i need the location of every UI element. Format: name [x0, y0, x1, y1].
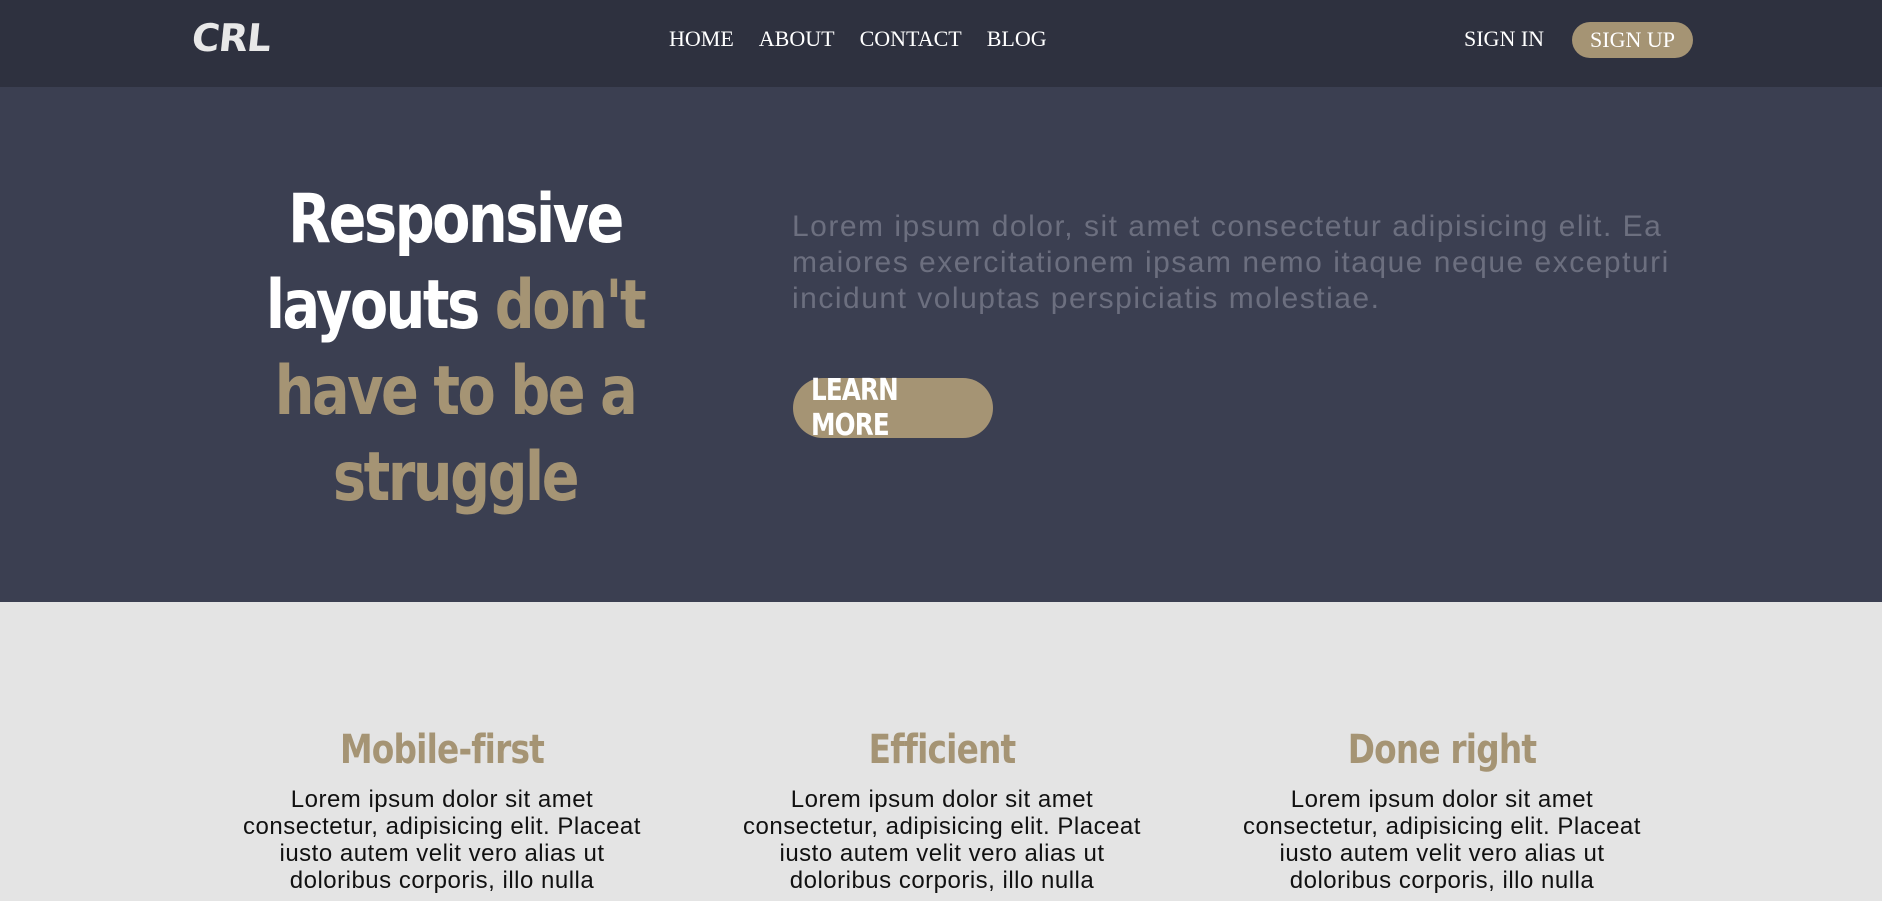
- logo[interactable]: CRL: [190, 16, 273, 60]
- sign-in-link[interactable]: SIGN IN: [1464, 26, 1544, 52]
- hero-title-gold-line-2: have to be a: [274, 352, 638, 431]
- learn-more-button[interactable]: LEARN MORE: [793, 373, 993, 443]
- hero-description: Lorem ipsum dolor, sit amet consectetur …: [792, 210, 1670, 315]
- main-nav: HOME ABOUT CONTACT BLOG: [669, 26, 1047, 52]
- feature-text: Lorem ipsum dolor sit amet consectetur, …: [1243, 786, 1641, 894]
- feature-card-mobile-first: Mobile-first Lorem ipsum dolor sit amet …: [222, 726, 662, 894]
- sign-up-button[interactable]: SIGN UP: [1572, 22, 1693, 58]
- hero-section: Responsive layouts don't have to be a st…: [0, 87, 1882, 602]
- feature-title: Efficient: [868, 727, 1017, 773]
- nav-home-link[interactable]: HOME: [669, 26, 734, 52]
- feature-text: Lorem ipsum dolor sit amet consectetur, …: [243, 786, 641, 894]
- nav-blog-link[interactable]: BLOG: [987, 26, 1047, 52]
- hero-title: Responsive layouts don't have to be a st…: [262, 177, 647, 521]
- feature-title: Done right: [1347, 727, 1537, 773]
- hero-title-gold-line-1: don't: [494, 266, 647, 345]
- feature-card-efficient: Efficient Lorem ipsum dolor sit amet con…: [722, 726, 1162, 894]
- hero-title-gold-line-3: struggle: [332, 438, 580, 517]
- feature-title: Mobile-first: [339, 727, 545, 773]
- hero-title-white-line-1: Responsive: [288, 180, 624, 259]
- learn-more-label: LEARN MORE: [811, 373, 899, 443]
- feature-card-done-right: Done right Lorem ipsum dolor sit amet co…: [1222, 726, 1662, 894]
- nav-about-link[interactable]: ABOUT: [759, 26, 835, 52]
- hero-title-white-line-2: layouts: [265, 266, 495, 345]
- feature-text: Lorem ipsum dolor sit amet consectetur, …: [743, 786, 1141, 894]
- top-navbar: CRL HOME ABOUT CONTACT BLOG SIGN IN SIGN…: [0, 0, 1882, 87]
- features-section: Mobile-first Lorem ipsum dolor sit amet …: [0, 602, 1882, 901]
- nav-contact-link[interactable]: CONTACT: [860, 26, 962, 52]
